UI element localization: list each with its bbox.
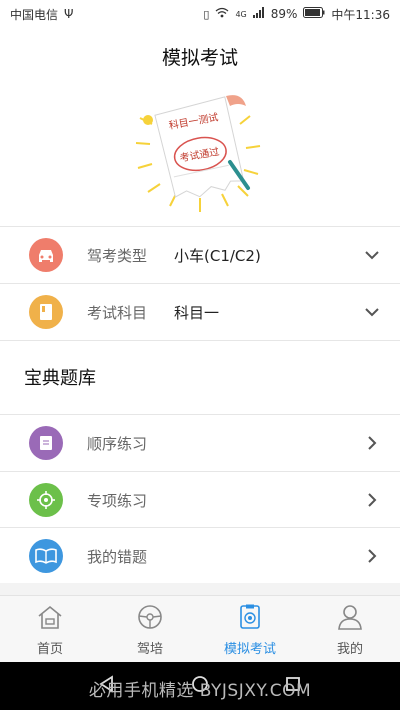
network-type: 4G (235, 9, 247, 19)
license-type-value: 小车(C1/C2) (174, 246, 261, 265)
wrong-questions-label: 我的错题 (87, 547, 148, 566)
tab-me[interactable]: 我的 (300, 596, 400, 663)
usb-icon: Ψ (64, 7, 74, 21)
section-gap (0, 583, 400, 595)
chevron-down-icon[interactable] (364, 304, 380, 320)
chevron-right-icon[interactable] (364, 435, 380, 451)
battery-icon (303, 7, 325, 21)
license-type-label: 驾考类型 (87, 246, 148, 265)
tab-home[interactable]: 首页 (0, 596, 100, 663)
vibrate-icon: ▯ (203, 7, 210, 21)
car-icon (29, 238, 63, 272)
exam-subject-label: 考试科目 (87, 303, 148, 322)
bottom-tab-bar: 首页 驾培 模拟考试 我的 (0, 595, 400, 663)
tab-mock-exam[interactable]: 模拟考试 (200, 596, 300, 663)
tab-driving-school-label: 驾培 (136, 642, 163, 657)
status-bar: 中国电信 Ψ ▯ 4G 89% 中午11:36 (0, 0, 400, 28)
target-icon (29, 483, 63, 517)
steering-wheel-icon (136, 604, 164, 634)
watermark-text: 必用手机精选 BYJSJXY.COM (88, 681, 312, 701)
exam-icon (236, 604, 264, 634)
section-title: 宝典题库 (24, 368, 96, 389)
wifi-icon (215, 7, 229, 21)
book-icon (29, 295, 63, 329)
topic-practice-label: 专项练习 (87, 491, 148, 510)
topic-practice-row[interactable]: 专项练习 (0, 472, 400, 528)
chevron-down-icon[interactable] (364, 247, 380, 263)
chevron-right-icon[interactable] (364, 492, 380, 508)
tab-home-label: 首页 (36, 642, 63, 657)
open-book-icon (29, 539, 63, 573)
clock-text: 中午11:36 (331, 7, 390, 22)
wrong-questions-row[interactable]: 我的错题 (0, 528, 400, 584)
page-title: 模拟考试 (161, 46, 238, 69)
sequential-practice-label: 顺序练习 (87, 434, 148, 453)
tab-mock-exam-label: 模拟考试 (223, 642, 276, 657)
carrier-text: 中国电信 (10, 7, 59, 22)
divider (0, 340, 400, 341)
exam-subject-row[interactable]: 考试科目 科目一 (0, 284, 400, 340)
tab-driving-school[interactable]: 驾培 (100, 596, 200, 663)
chevron-right-icon[interactable] (364, 548, 380, 564)
person-icon (336, 604, 364, 634)
home-icon (36, 604, 64, 634)
tab-me-label: 我的 (336, 642, 363, 657)
page-title-bar: 模拟考试 (0, 36, 400, 76)
document-icon (29, 426, 63, 460)
sequential-practice-row[interactable]: 顺序练习 (0, 415, 400, 471)
exam-pass-illustration: 科目一测试 考试通过 (130, 88, 270, 216)
exam-subject-value: 科目一 (174, 303, 220, 322)
signal-icon (252, 7, 265, 21)
battery-percent: 89% (270, 7, 298, 21)
license-type-row[interactable]: 驾考类型 小车(C1/C2) (0, 227, 400, 283)
